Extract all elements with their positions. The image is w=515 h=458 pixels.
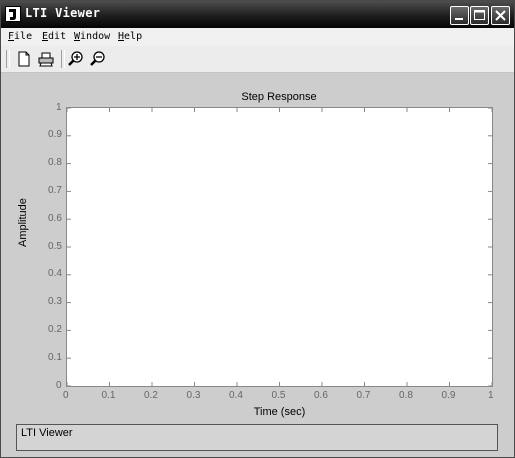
x-tick-label: 0.1 bbox=[101, 390, 116, 401]
menu-edit[interactable]: Edit bbox=[42, 31, 66, 42]
menu-file[interactable]: File bbox=[8, 31, 32, 42]
chart-title: Step Response bbox=[241, 91, 317, 103]
menu-window[interactable]: Window bbox=[74, 31, 110, 42]
zoom-in-icon bbox=[68, 51, 83, 66]
title-bar[interactable]: LTI Viewer bbox=[1, 1, 514, 28]
y-tick-label: 0 bbox=[56, 379, 62, 391]
zoom-in-button[interactable] bbox=[67, 50, 85, 68]
x-tick-label: 0.9 bbox=[441, 390, 456, 401]
close-button[interactable] bbox=[491, 6, 510, 25]
x-axis-label: Time (sec) bbox=[253, 406, 306, 418]
y-tick-label: 0.9 bbox=[48, 129, 62, 141]
y-tick-label: 0.4 bbox=[48, 268, 62, 280]
plot-axes[interactable] bbox=[66, 107, 493, 387]
figure-area: Step Response Amplitude Time (sec) 0 0.1 0… bbox=[1, 73, 514, 457]
toolbar bbox=[1, 46, 514, 73]
toolbar-separator bbox=[61, 50, 65, 68]
y-axis-label: Amplitude bbox=[17, 198, 29, 247]
x-tick-label: 0.7 bbox=[356, 390, 371, 401]
status-text: LTI Viewer bbox=[21, 427, 73, 439]
x-tick-label: 0.8 bbox=[399, 390, 413, 401]
print-button[interactable] bbox=[37, 50, 55, 68]
x-tick-label: 0.5 bbox=[271, 390, 286, 401]
zoom-out-button[interactable] bbox=[89, 50, 107, 68]
printer-icon bbox=[38, 52, 54, 67]
y-tick-label: 0.1 bbox=[48, 351, 62, 363]
new-file-button[interactable] bbox=[15, 50, 33, 68]
menu-help[interactable]: Help bbox=[118, 31, 142, 42]
window-title: LTI Viewer bbox=[25, 6, 101, 20]
x-tick-label: 0.4 bbox=[229, 390, 243, 401]
x-tick-label: 0.6 bbox=[314, 390, 328, 401]
new-file-icon bbox=[18, 51, 30, 67]
y-tick-label: 1 bbox=[56, 101, 62, 113]
y-tick-label: 0.7 bbox=[48, 184, 62, 196]
minimize-button[interactable] bbox=[450, 6, 469, 25]
matlab-app-icon bbox=[5, 6, 21, 22]
y-tick-label: 0.5 bbox=[48, 240, 62, 252]
menu-bar: File Edit Window Help bbox=[1, 28, 514, 46]
lti-viewer-window: LTI Viewer File Edit Window Help Step Re… bbox=[0, 0, 515, 458]
minimize-icon bbox=[455, 18, 463, 20]
y-tick-label: 0.6 bbox=[48, 212, 62, 224]
y-tick-label: 0.3 bbox=[48, 296, 62, 308]
zoom-out-icon bbox=[90, 51, 105, 66]
maximize-button[interactable] bbox=[470, 6, 489, 25]
toolbar-grip[interactable] bbox=[6, 50, 10, 68]
status-panel: LTI Viewer bbox=[16, 424, 498, 451]
close-icon bbox=[495, 10, 506, 21]
axes-ticks bbox=[67, 108, 492, 386]
y-tick-label: 0.2 bbox=[48, 323, 62, 335]
x-tick-label: 0.2 bbox=[144, 390, 158, 401]
x-tick-label: 0.3 bbox=[186, 390, 201, 401]
y-tick-label: 0.8 bbox=[48, 157, 62, 169]
maximize-icon bbox=[474, 10, 485, 20]
x-tick-label: 0 bbox=[63, 390, 69, 401]
x-tick-label: 1 bbox=[488, 390, 494, 401]
